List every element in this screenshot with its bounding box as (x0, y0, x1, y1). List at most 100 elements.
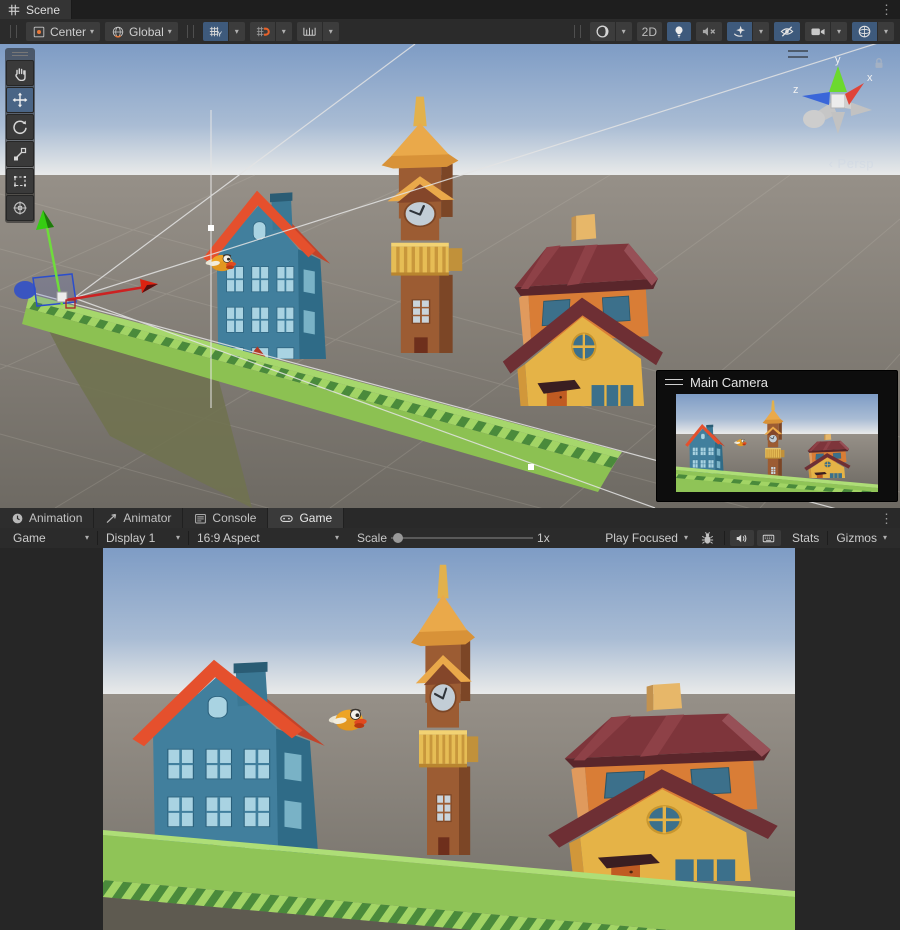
grid-icon (8, 4, 20, 15)
gizmos-visibility-dropdown[interactable]: ▾ (878, 22, 894, 41)
toolbar-drag-handle[interactable] (573, 25, 581, 38)
scale-label: Scale (357, 531, 388, 545)
move-tool-button[interactable] (6, 87, 34, 113)
eye-hidden-icon (780, 26, 794, 37)
mute-audio-button[interactable] (729, 530, 754, 546)
tab-animation-label: Animation (29, 511, 83, 525)
game-render (103, 548, 795, 930)
game-gizmos-dropdown[interactable]: Gizmos ▾ (828, 528, 895, 548)
tools-drag-handle[interactable] (12, 52, 28, 56)
snap-increment-dropdown[interactable]: ▾ (322, 22, 339, 41)
tab-console[interactable]: Console (183, 508, 269, 528)
toolbar-drag-handle[interactable] (186, 25, 194, 38)
render-mode-control: ▾ (589, 22, 632, 41)
game-toolbar: Game ▾ Display 1 ▾ 16:9 Aspect ▾ Scale 1… (0, 528, 900, 549)
grid-visibility-button[interactable]: Y (202, 22, 228, 41)
scale-tool-button[interactable] (6, 141, 34, 167)
gizmos-visibility-control: ▾ (852, 22, 894, 41)
game-viewport[interactable] (103, 548, 795, 930)
clock-icon (12, 513, 23, 523)
snap-increment-icon (303, 27, 316, 36)
hidden-objects-toggle[interactable] (774, 22, 800, 41)
rect-tool-button[interactable] (6, 168, 34, 194)
snap-magnet-icon (256, 26, 270, 37)
gizmo-axis-x-label[interactable]: x (867, 72, 873, 84)
scene-viewport[interactable]: y x z ‹ Persp Main Camera (0, 44, 900, 508)
svg-text:Y: Y (217, 32, 222, 39)
orientation-label: Global (129, 24, 164, 39)
grid-snap-control: ▾ (249, 22, 292, 41)
move-tool-icon (12, 92, 28, 108)
camera-icon (810, 28, 825, 36)
effects-star-icon (733, 25, 746, 37)
camera-control: ▾ (805, 22, 847, 41)
projection-toggle[interactable]: ‹ Persp (829, 156, 874, 171)
globe-icon (112, 26, 124, 38)
keyboard-icon (763, 534, 775, 542)
scale-value: 1x (537, 531, 550, 545)
toolbar-drag-handle[interactable] (10, 25, 17, 38)
tab-console-label: Console (212, 511, 257, 525)
console-lines-icon (195, 513, 207, 523)
tab-animation[interactable]: Animation (0, 508, 95, 528)
hand-tool-icon (15, 68, 26, 81)
orientation-dropdown[interactable]: Global ▾ (105, 22, 178, 41)
tab-game[interactable]: Game (268, 508, 345, 528)
animator-arrow-icon (106, 513, 117, 523)
game-letterbox-area (0, 548, 900, 930)
rotate-tool-button[interactable] (6, 114, 34, 140)
render-mode-button[interactable] (589, 22, 615, 41)
grid-visibility-dropdown[interactable]: ▾ (228, 22, 245, 41)
transform-tool-icon (13, 201, 27, 215)
unity-editor-window: Scene ⋮ Center ▾ Global ▾ Y ▾ ▾ ▾ ▾ 2D ▾… (0, 0, 900, 930)
audio-toggle-button[interactable] (696, 22, 722, 41)
scale-slider[interactable] (391, 531, 534, 545)
gamepad-icon (280, 514, 294, 522)
2d-toggle-button[interactable]: 2D (636, 22, 662, 41)
lock-icon[interactable] (872, 56, 886, 70)
scene-tab-bar: Scene ⋮ (0, 0, 900, 20)
game-kebab-menu[interactable]: ⋮ (880, 510, 893, 527)
grid-snap-button[interactable] (249, 22, 275, 41)
effects-button[interactable] (727, 22, 752, 41)
tab-animator[interactable]: Animator (94, 508, 184, 528)
scale-slider-knob[interactable] (393, 533, 404, 543)
play-focused-dropdown[interactable]: Play Focused ▾ (597, 528, 696, 548)
camera-button[interactable] (805, 22, 830, 41)
camera-preview-drag-handle[interactable] (665, 379, 683, 385)
persp-label-text: Persp (837, 156, 874, 171)
debug-button[interactable] (696, 528, 719, 548)
pivot-icon (33, 26, 45, 37)
grid-visibility-control: Y ▾ (202, 22, 245, 41)
tab-scene[interactable]: Scene (0, 0, 73, 19)
display-target-dropdown[interactable]: Display 1 ▾ (98, 528, 188, 548)
rect-tool-icon (14, 176, 26, 187)
camera-preview-overlay: Main Camera (656, 370, 898, 502)
transform-tool-button[interactable] (6, 195, 34, 221)
display-mode-dropdown[interactable]: Game ▾ (5, 528, 97, 548)
scale-tool-icon (14, 147, 27, 161)
lighting-toggle-button[interactable] (667, 22, 691, 41)
keyboard-input-button[interactable] (756, 530, 781, 546)
render-mode-dropdown[interactable]: ▾ (615, 22, 632, 41)
rotate-tool-icon (13, 120, 27, 134)
tab-game-label: Game (299, 511, 333, 525)
snap-increment-button[interactable] (296, 22, 322, 41)
effects-dropdown[interactable]: ▾ (753, 22, 769, 41)
gizmos-visibility-button[interactable] (852, 22, 877, 41)
tab-animator-label: Animator (123, 511, 172, 525)
grid-snap-dropdown[interactable]: ▾ (275, 22, 292, 41)
scene-kebab-menu[interactable]: ⋮ (880, 1, 893, 18)
gizmo-axis-z-label[interactable]: z (793, 84, 799, 96)
aspect-ratio-dropdown[interactable]: 16:9 Aspect ▾ (189, 528, 347, 548)
speaker-icon (736, 534, 747, 542)
effects-control: ▾ (727, 22, 769, 41)
stats-toggle[interactable]: Stats (784, 528, 827, 548)
scene-tab-label: Scene (26, 2, 61, 17)
camera-dropdown[interactable]: ▾ (831, 22, 847, 41)
pivot-mode-dropdown[interactable]: Center ▾ (26, 22, 101, 41)
hand-tool-button[interactable] (6, 60, 34, 86)
gizmo-axis-y-label[interactable]: y (835, 54, 841, 66)
camera-preview-title: Main Camera (690, 374, 769, 390)
gizmos-sphere-icon (858, 25, 871, 38)
